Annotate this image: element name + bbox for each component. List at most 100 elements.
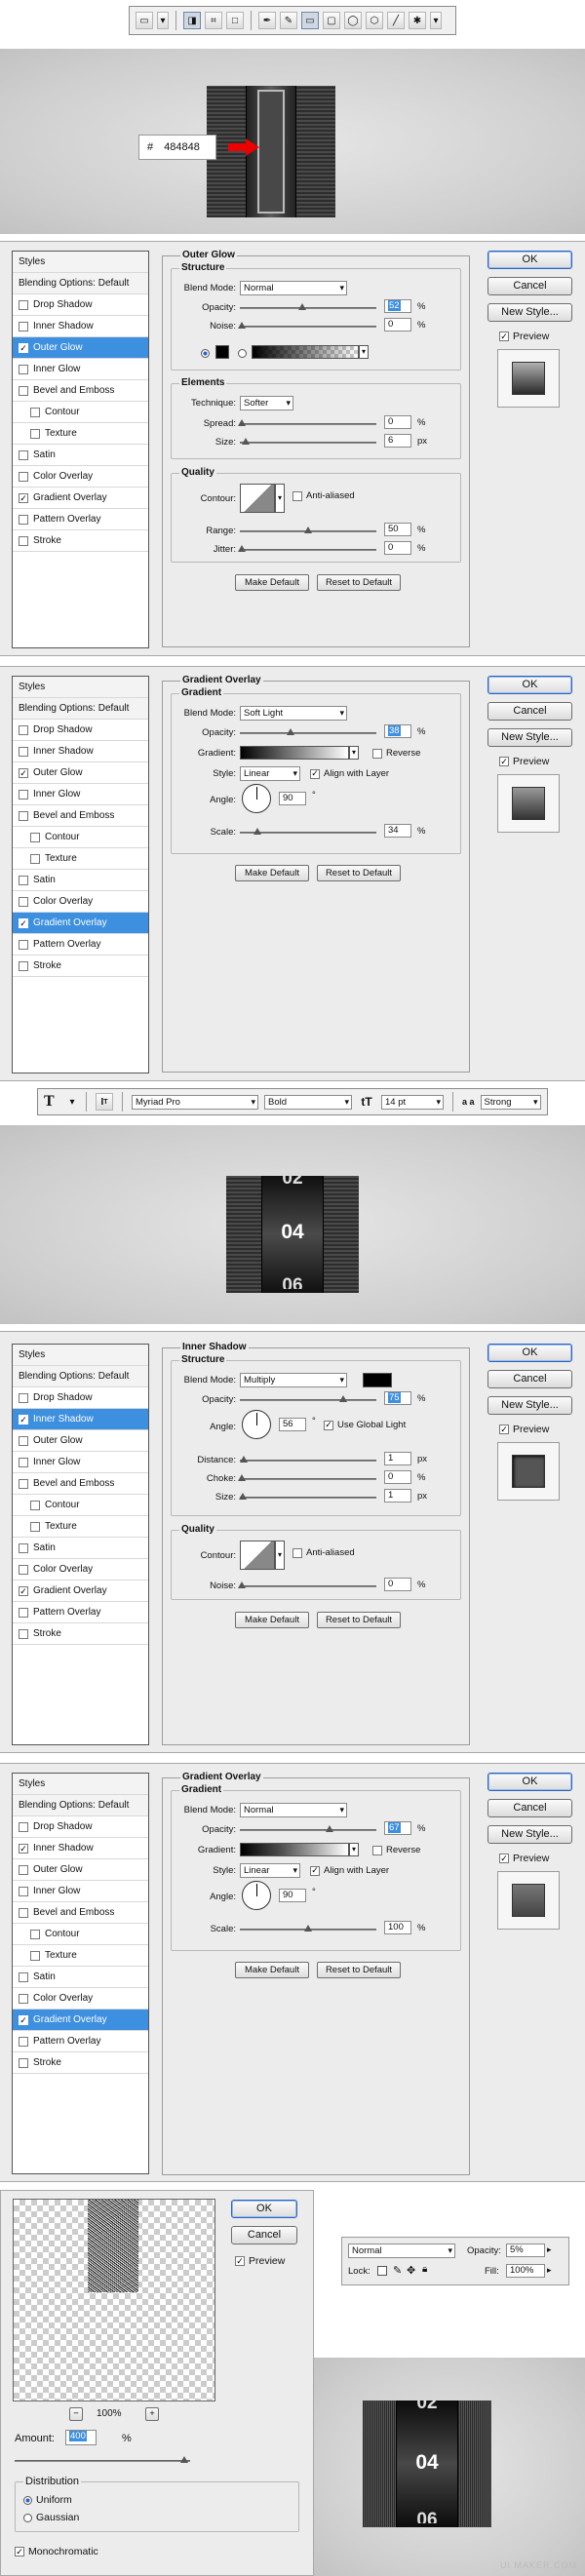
tool-preset-dropdown[interactable]: ▾ bbox=[67, 1093, 77, 1111]
noise-slider[interactable] bbox=[240, 326, 376, 328]
slider-thumb[interactable] bbox=[326, 1825, 333, 1832]
checkbox[interactable] bbox=[19, 2057, 28, 2068]
checkbox[interactable]: ✓ bbox=[19, 2014, 28, 2025]
noise-slider[interactable] bbox=[240, 1585, 376, 1587]
opacity-dropdown-icon[interactable]: ▸ bbox=[547, 2244, 552, 2255]
fill-dropdown-icon[interactable]: ▸ bbox=[547, 2265, 552, 2276]
checkbox[interactable] bbox=[19, 321, 28, 332]
opacity-field[interactable]: 5% bbox=[506, 2244, 545, 2257]
checkbox[interactable] bbox=[372, 748, 382, 759]
technique-select[interactable]: Softer bbox=[240, 396, 293, 410]
gaussian-radio[interactable]: Gaussian bbox=[23, 2512, 79, 2523]
slider-thumb[interactable] bbox=[339, 1395, 347, 1402]
checkbox[interactable] bbox=[19, 535, 28, 546]
gradient-picker[interactable] bbox=[240, 746, 349, 760]
new-style-button[interactable]: New Style... bbox=[488, 303, 572, 322]
style-select[interactable]: Linear bbox=[240, 766, 300, 781]
slider-thumb[interactable] bbox=[238, 545, 246, 552]
style-bevel[interactable]: Bevel and Emboss bbox=[13, 380, 148, 402]
style-inner-glow[interactable]: Inner Glow bbox=[13, 1881, 148, 1902]
size-slider[interactable] bbox=[240, 442, 376, 444]
noise-field[interactable]: 0 bbox=[384, 318, 411, 332]
cancel-button[interactable]: Cancel bbox=[488, 277, 572, 295]
checkbox[interactable] bbox=[292, 490, 302, 501]
style-color-overlay[interactable]: Color Overlay bbox=[13, 891, 148, 913]
reset-default-button[interactable]: Reset to Default bbox=[317, 865, 401, 881]
styles-header[interactable]: Styles bbox=[13, 1345, 148, 1366]
checkbox[interactable] bbox=[19, 2036, 28, 2047]
checkbox[interactable] bbox=[19, 1907, 28, 1918]
shape-options-dropdown[interactable]: ▾ bbox=[430, 12, 442, 29]
align-layer-checkbox[interactable]: ✓ Align with Layer bbox=[310, 768, 389, 779]
custom-shape-icon[interactable]: ✱ bbox=[409, 12, 426, 29]
checkbox[interactable]: ✓ bbox=[15, 2547, 24, 2556]
checkbox[interactable]: ✓ bbox=[310, 768, 320, 779]
checkbox[interactable] bbox=[19, 746, 28, 757]
checkbox[interactable] bbox=[19, 1821, 28, 1832]
style-satin[interactable]: Satin bbox=[13, 1967, 148, 1988]
ok-button[interactable]: OK bbox=[488, 251, 572, 269]
checkbox[interactable] bbox=[372, 1845, 382, 1855]
style-contour[interactable]: Contour bbox=[13, 402, 148, 423]
checkbox[interactable] bbox=[19, 1392, 28, 1403]
styles-header[interactable]: Styles bbox=[13, 252, 148, 273]
preview-checkbox[interactable]: ✓ Preview bbox=[499, 331, 549, 342]
angle-field[interactable]: 90 bbox=[279, 792, 306, 805]
style-drop-shadow[interactable]: Drop Shadow bbox=[13, 1387, 148, 1409]
checkbox[interactable]: ✓ bbox=[19, 1414, 28, 1425]
opacity-field[interactable]: 67 bbox=[384, 1821, 411, 1835]
layer-blend-select[interactable]: Normal bbox=[348, 2244, 455, 2258]
cancel-button[interactable]: Cancel bbox=[488, 702, 572, 721]
uniform-radio[interactable]: Uniform bbox=[23, 2494, 72, 2506]
glow-gradient-swatch[interactable] bbox=[252, 345, 359, 359]
checkbox[interactable] bbox=[19, 1971, 28, 1982]
reset-default-button[interactable]: Reset to Default bbox=[317, 574, 401, 591]
cancel-button[interactable]: Cancel bbox=[488, 1799, 572, 1817]
slider-thumb[interactable] bbox=[240, 1456, 248, 1463]
font-family-select[interactable]: Myriad Pro bbox=[132, 1094, 258, 1110]
choke-field[interactable]: 0 bbox=[384, 1470, 411, 1484]
jitter-slider[interactable] bbox=[240, 549, 376, 551]
checkbox[interactable]: ✓ bbox=[324, 1420, 333, 1430]
tool-preset-dropdown[interactable]: ▾ bbox=[157, 12, 169, 29]
make-default-button[interactable]: Make Default bbox=[235, 574, 309, 591]
freeform-pen-icon[interactable]: ✎ bbox=[280, 12, 297, 29]
checkbox[interactable] bbox=[19, 385, 28, 396]
opacity-slider[interactable] bbox=[240, 732, 376, 734]
paths-mode-icon[interactable]: ⌗ bbox=[205, 12, 222, 29]
checkbox[interactable] bbox=[19, 1607, 28, 1618]
style-bevel[interactable]: Bevel and Emboss bbox=[13, 1902, 148, 1924]
style-inner-shadow[interactable]: Inner Shadow bbox=[13, 316, 148, 337]
blend-mode-select[interactable]: Soft Light bbox=[240, 706, 347, 721]
preview-checkbox[interactable]: ✓ Preview bbox=[499, 1853, 549, 1864]
style-satin[interactable]: Satin bbox=[13, 1538, 148, 1559]
checkbox[interactable]: ✓ bbox=[499, 1425, 509, 1434]
anti-alias-select[interactable]: Strong bbox=[480, 1094, 541, 1110]
styles-header[interactable]: Styles bbox=[13, 1774, 148, 1795]
size-slider[interactable] bbox=[240, 1497, 376, 1499]
angle-field[interactable]: 56 bbox=[279, 1418, 306, 1431]
checkbox[interactable] bbox=[19, 1993, 28, 2004]
lock-transparent-icon[interactable] bbox=[377, 2266, 387, 2276]
rounded-rectangle-icon[interactable]: ▢ bbox=[323, 12, 340, 29]
style-color-overlay[interactable]: Color Overlay bbox=[13, 466, 148, 488]
spread-slider[interactable] bbox=[240, 423, 376, 425]
opacity-slider[interactable] bbox=[240, 1399, 376, 1401]
checkbox[interactable]: ✓ bbox=[499, 332, 509, 341]
lock-pixels-icon[interactable]: ✎ bbox=[393, 2264, 402, 2277]
checkbox[interactable] bbox=[292, 1547, 302, 1558]
checkbox[interactable] bbox=[30, 832, 40, 842]
checkbox[interactable] bbox=[19, 299, 28, 310]
distance-field[interactable]: 1 bbox=[384, 1452, 411, 1465]
styles-header[interactable]: Styles bbox=[13, 677, 148, 698]
checkbox[interactable] bbox=[19, 960, 28, 971]
style-pattern-overlay[interactable]: Pattern Overlay bbox=[13, 2031, 148, 2052]
checkbox[interactable] bbox=[19, 449, 28, 460]
checkbox[interactable]: ✓ bbox=[499, 1854, 509, 1863]
style-stroke[interactable]: Stroke bbox=[13, 1623, 148, 1645]
checkbox[interactable] bbox=[19, 724, 28, 735]
style-stroke[interactable]: Stroke bbox=[13, 2052, 148, 2074]
size-field[interactable]: 6 bbox=[384, 434, 411, 448]
opacity-field[interactable]: 75 bbox=[384, 1391, 411, 1405]
checkbox[interactable]: ✓ bbox=[235, 2256, 245, 2266]
